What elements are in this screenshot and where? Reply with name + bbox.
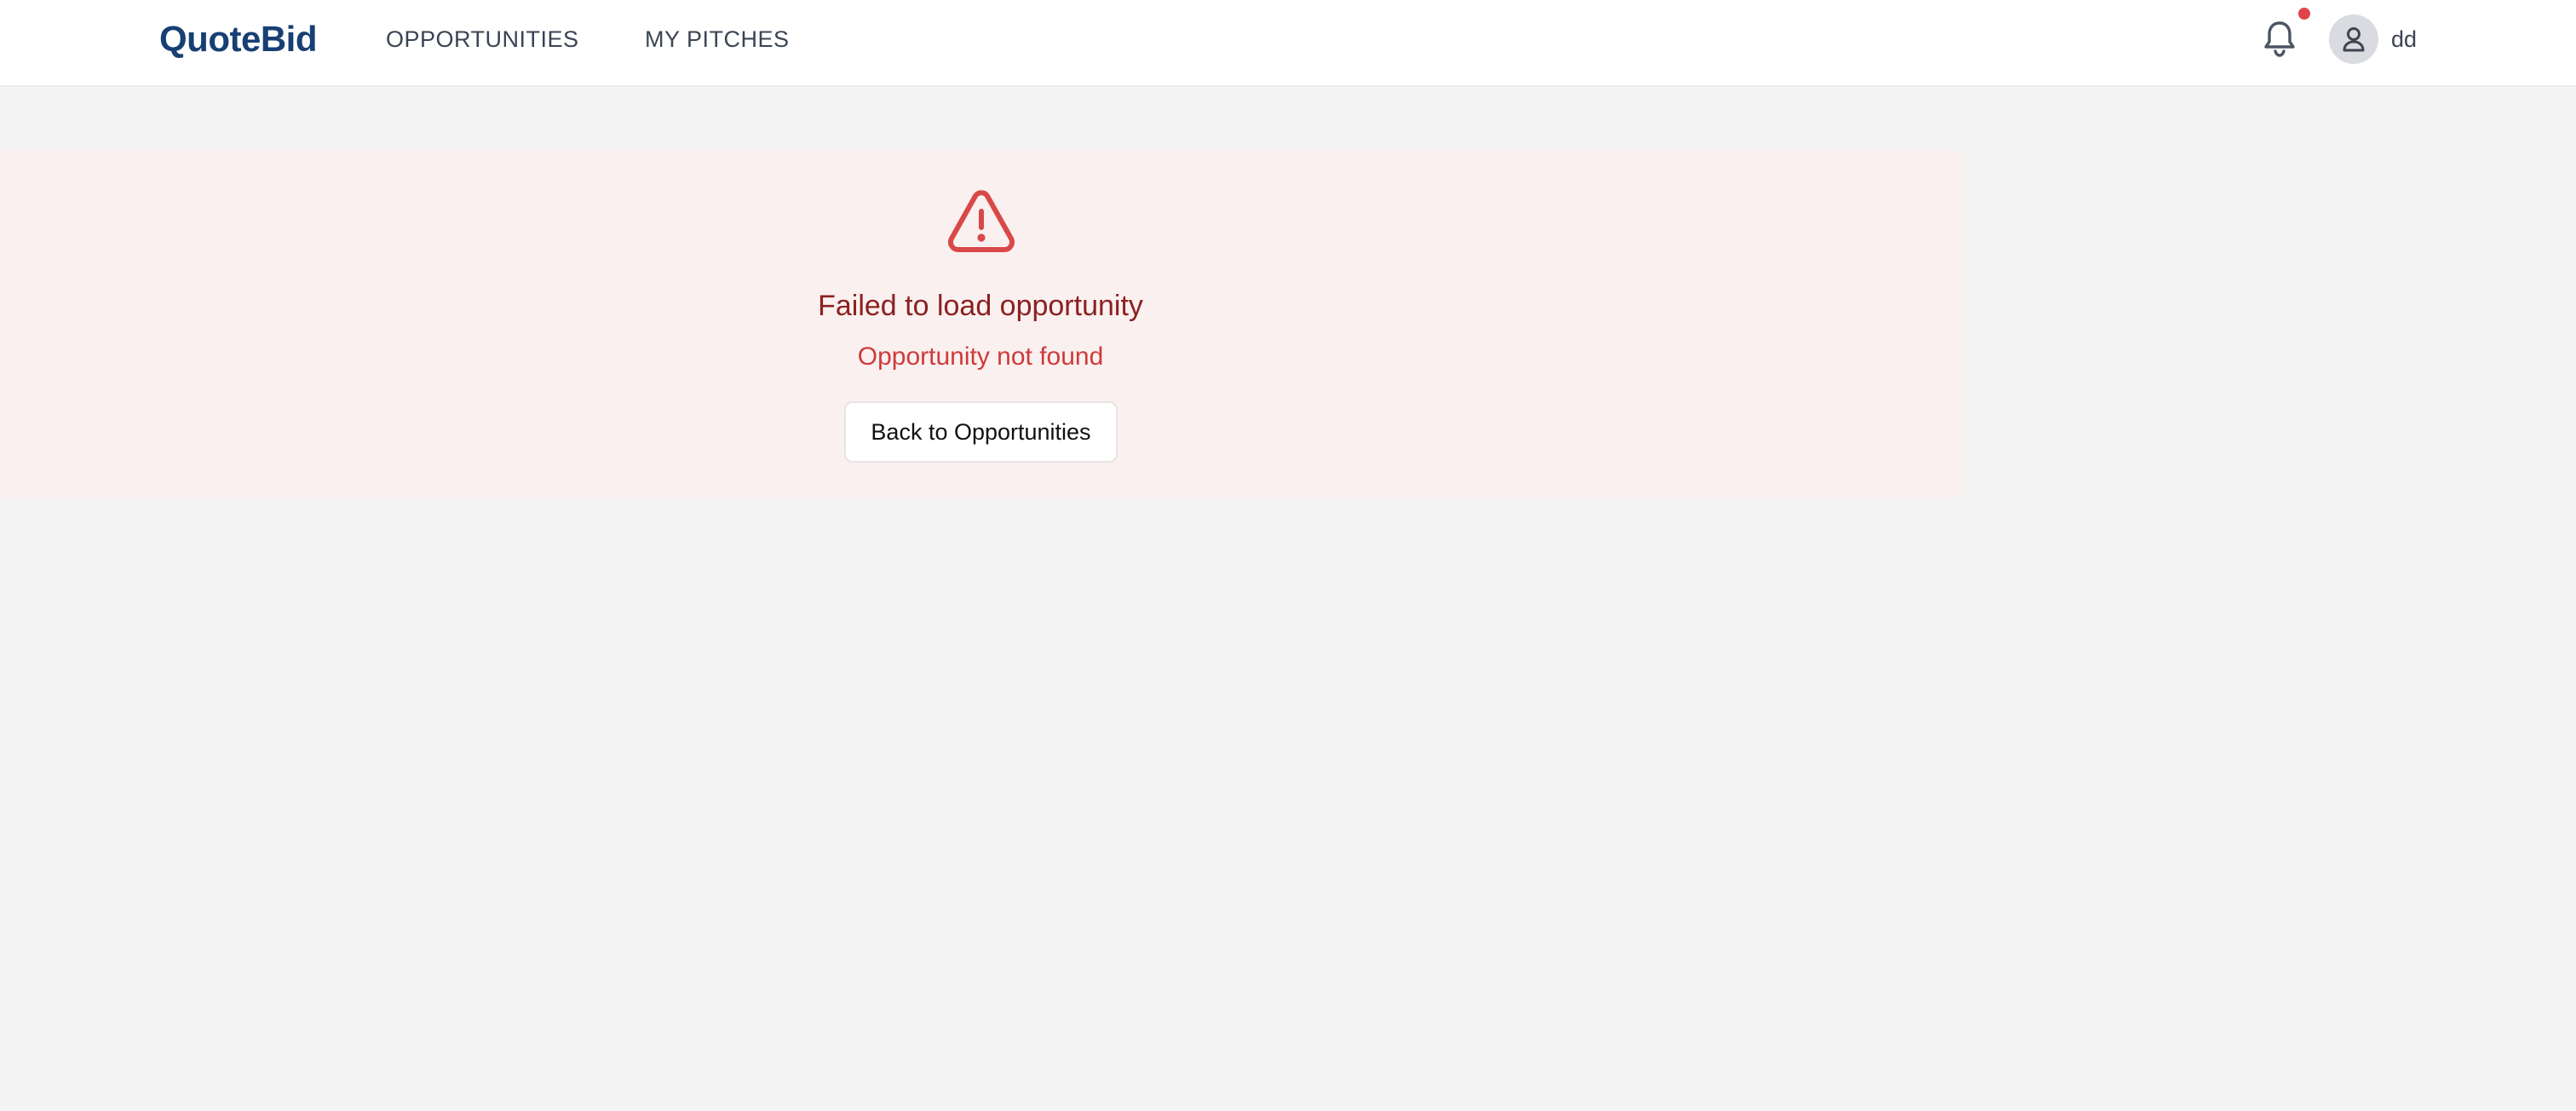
warning-triangle-icon <box>948 190 1015 252</box>
top-navigation-bar: QuoteBid OPPORTUNITIES MY PITCHES dd <box>0 0 2576 87</box>
error-title: Failed to load opportunity <box>818 290 1143 322</box>
bell-icon[interactable] <box>2263 19 2297 58</box>
back-to-opportunities-button[interactable]: Back to Opportunities <box>844 401 1118 463</box>
error-message: Opportunity not found <box>857 343 1104 371</box>
notification-unread-dot <box>2298 8 2310 20</box>
user-name[interactable]: dd <box>2391 24 2417 55</box>
user-icon <box>2343 27 2365 52</box>
user-avatar[interactable] <box>2329 14 2378 64</box>
quotebid-logo[interactable]: QuoteBid <box>159 15 317 63</box>
nav-opportunities[interactable]: OPPORTUNITIES <box>386 24 579 55</box>
nav-my-pitches[interactable]: MY PITCHES <box>645 24 790 55</box>
